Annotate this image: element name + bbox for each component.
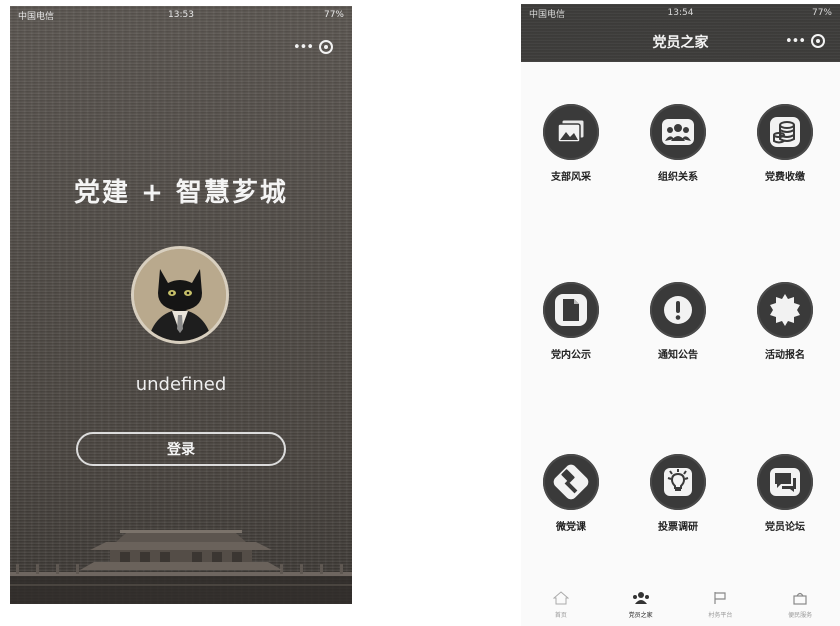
tab-home[interactable]: 首页 [531,590,591,619]
login-screen: 中国电信 13:53 77% ••• 党建 + 智慧芗城 undefined 登… [10,6,352,604]
document-icon [543,282,599,338]
app-title: 党建 + 智慧芗城 [74,178,288,208]
menu-item-label: 党内公示 [551,350,591,361]
menu-item-vote-survey[interactable]: 投票调研 [638,454,718,533]
alert-icon [650,282,706,338]
status-time: 13:54 [667,8,694,18]
menu-item-label: 党员论坛 [765,522,805,533]
mini-program-capsule: ••• [284,36,342,58]
nav-header: 中国电信 13:54 77% 党员之家 ••• [521,4,840,62]
menu-item-label: 组织关系 [658,172,698,183]
picture-icon [543,104,599,160]
menu-item-dues[interactable]: 党费收缴 [745,104,825,183]
flag-icon [714,592,726,604]
carrier-label: 中国电信 [529,9,566,20]
close-target-icon[interactable] [318,40,333,54]
menu-item-branch-style[interactable]: 支部风采 [531,104,611,183]
menu-item-label: 活动报名 [765,350,805,361]
group-icon [632,592,649,604]
menu-item-activity-signup[interactable]: 活动报名 [745,282,825,361]
menu-item-label: 投票调研 [658,522,698,533]
badge-icon [757,282,813,338]
status-bar: 中国电信 13:53 77% [10,6,352,24]
tab-convenience[interactable]: 便民服务 [770,590,830,619]
tab-party-home[interactable]: 党员之家 [611,590,671,619]
chat-icon [757,454,813,510]
username-label: undefined [135,374,227,395]
lightbulb-icon [650,454,706,510]
battery-label: 77% [811,8,832,18]
mini-program-capsule: ••• [776,30,834,52]
home-icon [552,591,570,605]
menu-item-label: 支部风采 [551,172,591,183]
tab-bar: 首页 党员之家 村务平台 便民服务 [521,586,840,626]
home-screen: 中国电信 13:54 77% 党员之家 ••• 支部风采 组织关系 党费收缴 党… [521,4,840,626]
battery-label: 77% [323,10,344,20]
menu-item-org-relation[interactable]: 组织关系 [638,104,718,183]
status-time: 13:53 [168,10,194,20]
menu-item-label: 党费收缴 [765,172,805,183]
menu-item-micro-lesson[interactable]: 微党课 [531,454,611,533]
menu-item-label: 微党课 [556,522,586,533]
menu-item-announcement[interactable]: 通知公告 [638,282,718,361]
service-icon [793,592,807,605]
menu-item-forum[interactable]: 党员论坛 [745,454,825,533]
tab-village-affairs[interactable]: 村务平台 [690,590,750,619]
tab-label: 首页 [554,612,567,619]
tab-label: 村务平台 [708,612,733,619]
close-target-icon[interactable] [810,34,825,48]
more-icon[interactable]: ••• [785,35,806,48]
hammer-icon [543,454,599,510]
tab-label: 党员之家 [628,612,653,619]
palace-silhouette-icon [10,530,352,604]
group-icon [650,104,706,160]
tab-label: 便民服务 [788,612,813,619]
avatar [131,246,229,344]
login-button[interactable]: 登录 [76,432,286,466]
coins-icon [757,104,813,160]
more-icon[interactable]: ••• [293,41,314,54]
carrier-label: 中国电信 [18,11,55,22]
status-bar: 中国电信 13:54 77% [521,4,840,22]
menu-item-party-notice[interactable]: 党内公示 [531,282,611,361]
cat-avatar-icon [134,249,226,341]
menu-item-label: 通知公告 [658,350,698,361]
